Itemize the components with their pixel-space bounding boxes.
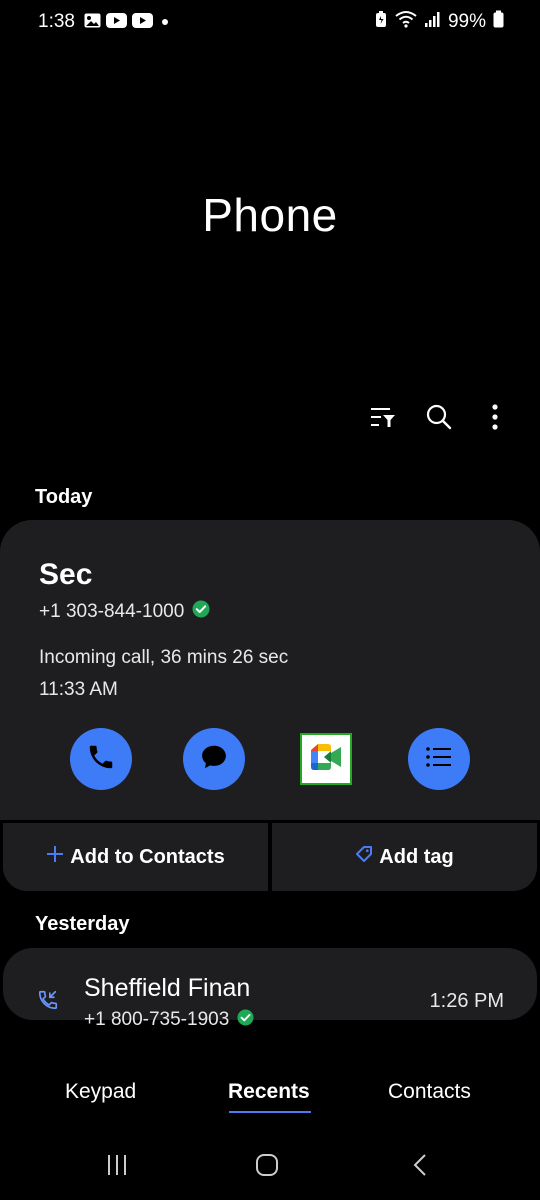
status-system-icons: 99% [375, 10, 504, 33]
search-button[interactable] [422, 400, 456, 438]
tab-recents[interactable]: Recents [228, 1080, 310, 1104]
home-icon [255, 1153, 279, 1182]
call-details-button[interactable] [408, 728, 470, 790]
phone-icon [86, 742, 116, 777]
call-detail: Incoming call, 36 mins 26 sec [39, 647, 289, 668]
verified-icon [237, 1009, 254, 1031]
call-time: 11:33 AM [39, 679, 118, 700]
section-header-yesterday: Yesterday [35, 913, 130, 935]
toolbar [366, 400, 512, 438]
contact-number-row: +1 303-844-1000 [39, 600, 210, 623]
bottom-tab-bar: Keypad Recents Contacts [0, 1062, 540, 1122]
back-icon [412, 1153, 428, 1182]
google-meet-icon [309, 743, 343, 776]
back-button[interactable] [405, 1152, 435, 1182]
section-header-today: Today [35, 486, 93, 508]
call-log-time: 1:26 PM [429, 990, 504, 1012]
filter-icon [370, 405, 396, 434]
status-notification-icons [84, 13, 170, 33]
more-options-icon [491, 403, 499, 435]
battery-icon [493, 10, 504, 33]
plus-icon [46, 845, 64, 869]
add-tag-label: Add tag [379, 845, 454, 868]
call-log-row[interactable]: Sheffield Finan +1 800-735-1903 1:26 PM [3, 948, 537, 1030]
tag-icon [355, 845, 373, 869]
add-to-contacts-label: Add to Contacts [70, 845, 225, 868]
home-button[interactable] [252, 1152, 282, 1182]
call-actions [0, 728, 540, 792]
status-bar: 1:38 99% [0, 0, 540, 46]
battery-saver-icon [375, 10, 387, 33]
call-log-name: Sheffield Finan [84, 974, 251, 1002]
incoming-call-icon [37, 989, 59, 1016]
wifi-icon [394, 10, 418, 33]
signal-icon [424, 11, 441, 32]
expanded-call-card[interactable]: Sec +1 303-844-1000 Incoming call, 36 mi… [0, 520, 540, 820]
recent-apps-button[interactable] [102, 1152, 132, 1182]
message-icon [199, 742, 229, 777]
add-to-contacts-button[interactable]: Add to Contacts [3, 823, 268, 891]
details-icon [425, 746, 453, 773]
message-button[interactable] [183, 728, 245, 790]
page-title: Phone [202, 189, 338, 241]
call-button[interactable] [70, 728, 132, 790]
call-log-number-row: +1 800-735-1903 [84, 1009, 254, 1031]
google-meet-button[interactable] [300, 733, 352, 785]
system-nav-bar [0, 1140, 540, 1190]
verified-icon [192, 600, 210, 623]
add-tag-button[interactable]: Add tag [272, 823, 537, 891]
search-icon [425, 403, 453, 436]
call-log-number: +1 800-735-1903 [84, 1009, 230, 1030]
battery-percentage: 99% [447, 10, 486, 32]
image-icon [84, 13, 101, 33]
filter-button[interactable] [366, 400, 400, 438]
contact-number: +1 303-844-1000 [39, 600, 185, 622]
status-time: 1:38 [38, 11, 75, 32]
contact-name: Sec [39, 558, 93, 591]
dot-icon [158, 13, 170, 33]
active-tab-indicator [229, 1111, 311, 1113]
recent-apps-icon [105, 1154, 129, 1181]
more-options-button[interactable] [478, 400, 512, 438]
youtube-icon [132, 13, 153, 33]
tab-keypad[interactable]: Keypad [65, 1080, 136, 1104]
youtube-icon [106, 13, 127, 33]
contact-actions-row: Add to Contacts Add tag [3, 823, 537, 891]
tab-contacts[interactable]: Contacts [388, 1080, 471, 1104]
